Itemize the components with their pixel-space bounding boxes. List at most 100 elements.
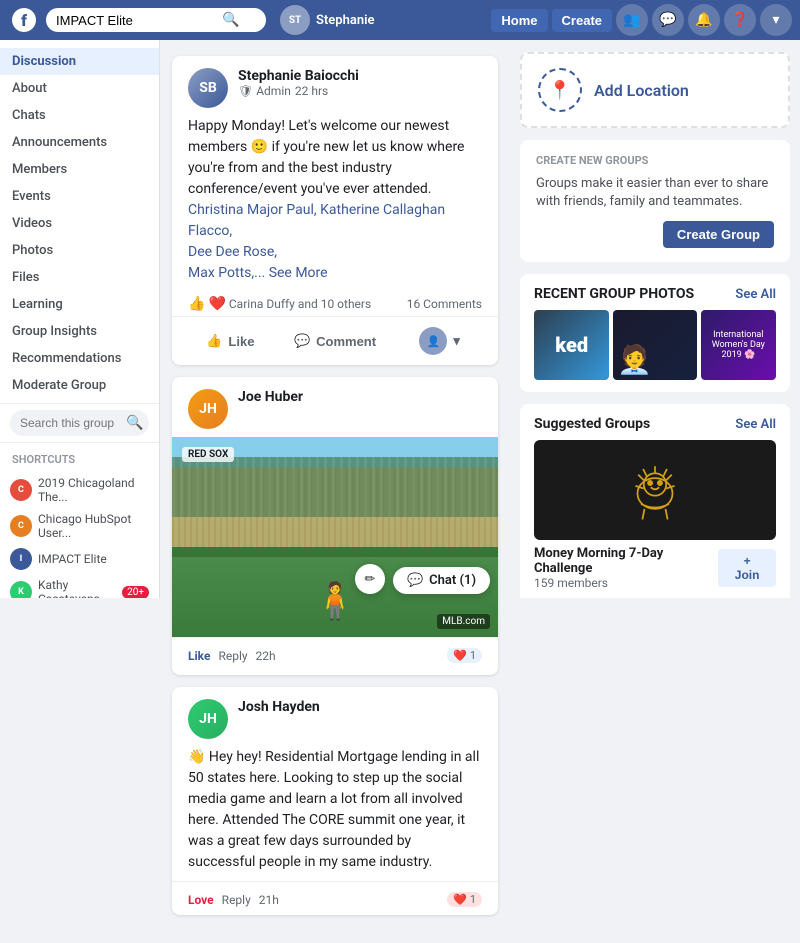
sidebar-item-about[interactable]: About bbox=[0, 75, 159, 102]
search-icon[interactable]: 🔍 bbox=[222, 12, 239, 28]
comment-actions-josh: Love Reply 21h ❤️ 1 bbox=[188, 892, 482, 907]
group-search[interactable]: 🔍 bbox=[10, 410, 149, 436]
ked-text: ked bbox=[555, 333, 588, 357]
global-search[interactable]: 🔍 bbox=[46, 8, 266, 32]
chat-button[interactable]: 💬 Chat (1) bbox=[393, 567, 490, 594]
sidebar-divider-2 bbox=[0, 442, 159, 443]
reply-link-joe[interactable]: Reply bbox=[218, 649, 247, 663]
post-josh: JH Josh Hayden 👋 Hey hey! Residential Mo… bbox=[172, 687, 498, 915]
shortcut-chicagoland[interactable]: C 2019 Chicagoland The... bbox=[0, 472, 159, 508]
sidebar-label-announcements: Announcements bbox=[12, 135, 107, 150]
photo-thumb-1[interactable]: ked bbox=[534, 310, 609, 380]
post-author-3[interactable]: Josh Hayden bbox=[238, 699, 482, 715]
sidebar-label-files: Files bbox=[12, 270, 39, 285]
red-sox-label: RED SOX bbox=[182, 447, 234, 462]
heart-reaction-icon: ❤️ bbox=[208, 296, 225, 312]
money-morning-details: Money Morning 7-Day Challenge 159 member… bbox=[534, 546, 718, 590]
photo-thumb-2[interactable]: 🧑‍💼 bbox=[613, 310, 696, 380]
sidebar-item-videos[interactable]: Videos bbox=[0, 210, 159, 237]
money-morning-members: 159 members bbox=[534, 576, 718, 590]
username-label: Stephanie bbox=[316, 13, 374, 28]
comment-actions-joe: Like Reply 22h ❤️ 1 bbox=[188, 648, 482, 663]
tagged-user-4[interactable]: Max Potts,... bbox=[188, 265, 265, 281]
group-money-morning: Money Morning 7-Day Challenge 159 member… bbox=[534, 440, 776, 590]
notifications-icon[interactable]: 🔔 bbox=[688, 4, 720, 36]
admin-badge: 🛡 Admin bbox=[238, 84, 291, 98]
post-author-2[interactable]: Joe Huber bbox=[238, 389, 482, 405]
join-money-morning-button[interactable]: + Join bbox=[718, 549, 776, 587]
shortcut-avatar-hubspot: C bbox=[10, 515, 32, 537]
right-sidebar: 📍 Add Location CREATE NEW GROUPS Groups … bbox=[510, 40, 800, 598]
search-input[interactable] bbox=[56, 13, 216, 28]
time-josh: 21h bbox=[259, 893, 279, 907]
shortcut-avatar-impact-elite: I bbox=[10, 548, 32, 570]
love-link-josh[interactable]: Love bbox=[188, 893, 214, 907]
shortcut-kathy[interactable]: K Kathy Casstevens ... 20+ bbox=[0, 574, 159, 598]
share-button-1[interactable]: 👤 ▾ bbox=[389, 321, 490, 361]
photo-thumb-3[interactable]: International Women's Day 2019 🌸 bbox=[701, 310, 776, 380]
post-meta-2: Joe Huber bbox=[238, 389, 482, 405]
reaction-icons-1: 👍 ❤️ Carina Duffy and 10 others bbox=[188, 296, 371, 312]
photo-grid: ked 🧑‍💼 International Women's Day 2019 🌸 bbox=[534, 310, 776, 380]
like-link-joe[interactable]: Like bbox=[188, 649, 210, 663]
sidebar-item-learning[interactable]: Learning bbox=[0, 291, 159, 318]
avatar-josh: JH bbox=[188, 699, 228, 739]
add-location-label: Add Location bbox=[594, 81, 689, 100]
sidebar-item-discussion[interactable]: Discussion bbox=[0, 48, 159, 75]
money-morning-info: Money Morning 7-Day Challenge 159 member… bbox=[534, 546, 776, 590]
sidebar-item-group-insights[interactable]: Group Insights bbox=[0, 318, 159, 345]
create-button[interactable]: Create bbox=[552, 9, 612, 32]
avatar-joe: JH bbox=[188, 389, 228, 429]
like-button-1[interactable]: 👍 Like bbox=[180, 321, 281, 361]
see-more-link[interactable]: See More bbox=[269, 265, 328, 281]
sidebar-label-photos: Photos bbox=[12, 243, 53, 258]
main-feed: SB Stephanie Baiocchi 🛡 Admin 22 hrs Hap… bbox=[160, 40, 510, 943]
chat-label: Chat (1) bbox=[429, 573, 476, 588]
shortcut-hubspot[interactable]: C Chicago HubSpot User... bbox=[0, 508, 159, 544]
reaction-count-josh: ❤️ 1 bbox=[447, 892, 482, 907]
suggested-groups-title: Suggested Groups bbox=[534, 416, 650, 432]
post-time-1: 22 hrs bbox=[295, 84, 328, 98]
post-meta-3: Josh Hayden bbox=[238, 699, 482, 715]
comment-button-1[interactable]: 💬 Comment bbox=[285, 321, 386, 361]
create-group-section-label: CREATE NEW GROUPS bbox=[536, 154, 774, 167]
shortcut-label-kathy: Kathy Casstevens ... bbox=[38, 578, 116, 598]
sidebar-item-recommendations[interactable]: Recommendations bbox=[0, 345, 159, 372]
user-profile-button[interactable]: ST Stephanie bbox=[280, 5, 374, 35]
page-layout: Discussion About Chats Announcements Mem… bbox=[0, 40, 800, 943]
people-icon[interactable]: 👥 bbox=[616, 4, 648, 36]
sidebar-item-files[interactable]: Files bbox=[0, 264, 159, 291]
sidebar-item-announcements[interactable]: Announcements bbox=[0, 129, 159, 156]
reply-link-josh[interactable]: Reply bbox=[222, 893, 251, 907]
sidebar-item-events[interactable]: Events bbox=[0, 183, 159, 210]
add-location-box[interactable]: 📍 Add Location bbox=[520, 52, 790, 128]
post-joe: JH Joe Huber 🧍 RED SOX MLB.com Like Repl… bbox=[172, 377, 498, 675]
help-icon[interactable]: ❓ bbox=[724, 4, 756, 36]
sidebar-item-moderate-group[interactable]: Moderate Group bbox=[0, 372, 159, 399]
tagged-user-1[interactable]: Christina Major Paul, bbox=[188, 202, 317, 218]
comment-label: Comment bbox=[316, 334, 376, 349]
sidebar-item-photos[interactable]: Photos bbox=[0, 237, 159, 264]
search-icon: 🔍 bbox=[126, 415, 143, 431]
comment-icon: 💬 bbox=[294, 333, 310, 349]
post-body-3: 👋 Hey hey! Residential Mortgage lending … bbox=[172, 747, 498, 881]
sidebar-label-discussion: Discussion bbox=[12, 54, 76, 69]
money-morning-banner bbox=[534, 440, 776, 540]
see-all-photos-link[interactable]: See All bbox=[735, 287, 776, 302]
messenger-icon[interactable]: 💬 bbox=[652, 4, 684, 36]
home-button[interactable]: Home bbox=[491, 9, 547, 32]
create-group-button[interactable]: Create Group bbox=[663, 221, 774, 248]
chat-icon: 💬 bbox=[407, 573, 423, 588]
sidebar-item-members[interactable]: Members bbox=[0, 156, 159, 183]
post-author-1[interactable]: Stephanie Baiocchi bbox=[238, 68, 482, 84]
reaction-count-1: Carina Duffy and 10 others bbox=[229, 297, 371, 311]
group-search-input[interactable] bbox=[20, 416, 120, 430]
tagged-user-3[interactable]: Dee Dee Rose, bbox=[188, 244, 277, 260]
shortcut-impact-elite[interactable]: I IMPACT Elite bbox=[0, 544, 159, 574]
chevron-down-icon[interactable]: ▾ bbox=[760, 4, 792, 36]
see-all-groups-link[interactable]: See All bbox=[735, 417, 776, 432]
comments-count-1[interactable]: 16 Comments bbox=[407, 297, 482, 311]
chat-edit-button[interactable]: ✏ bbox=[355, 564, 385, 594]
recent-photos-box: RECENT GROUP PHOTOS See All ked 🧑‍💼 Inte… bbox=[520, 274, 790, 392]
sidebar-item-chats[interactable]: Chats bbox=[0, 102, 159, 129]
